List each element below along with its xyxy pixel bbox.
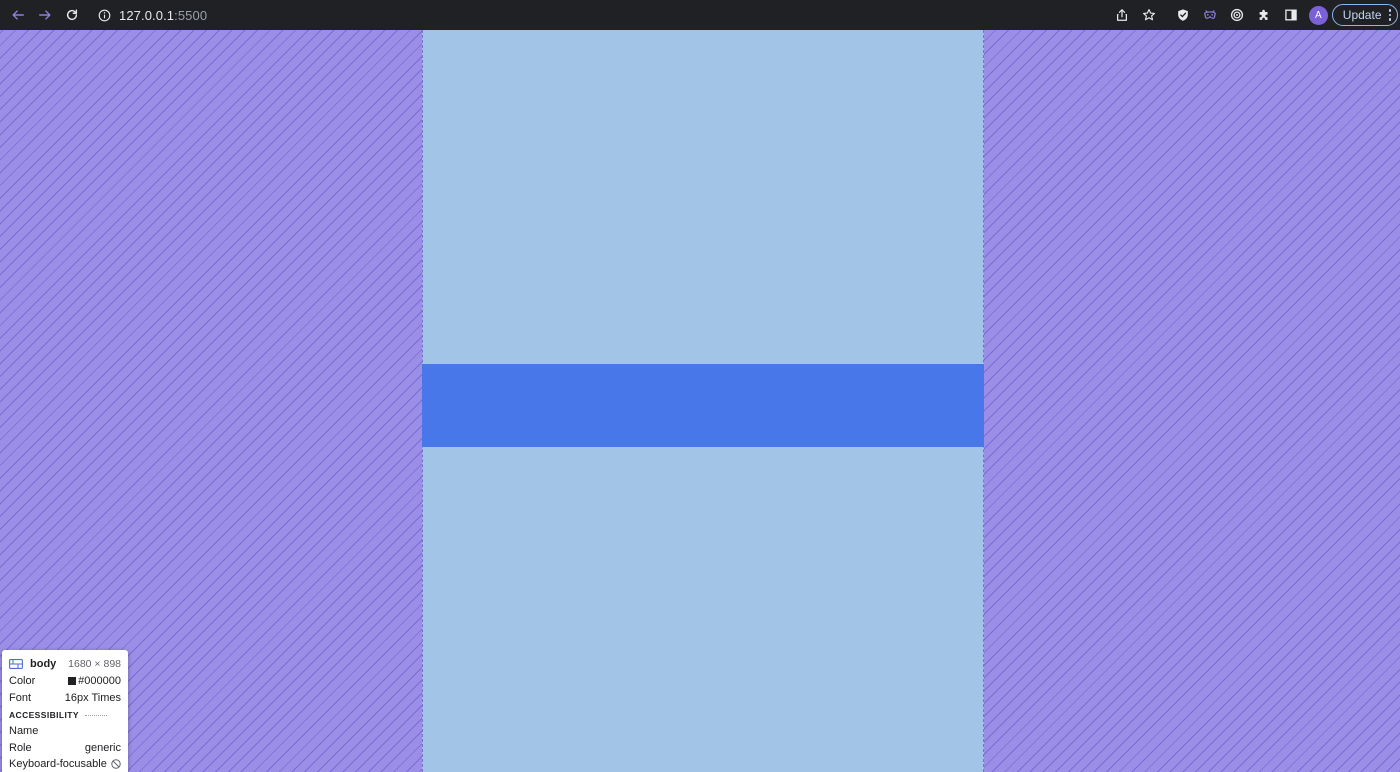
target-extension-button[interactable] <box>1224 2 1250 28</box>
mask-extension-button[interactable] <box>1197 2 1223 28</box>
address-bar[interactable]: 127.0.0.1:5500 <box>92 3 1092 27</box>
font-label: Font <box>9 691 32 704</box>
inspect-tooltip: body 1680 × 898 Color #000000 Font 16px … <box>2 650 128 772</box>
role-label: Role <box>9 741 32 754</box>
element-tag: body <box>30 658 57 670</box>
star-icon <box>1142 9 1155 21</box>
info-icon[interactable] <box>98 9 111 22</box>
accessibility-heading: ACCESSIBILITY <box>9 710 79 720</box>
target-icon <box>1231 8 1244 22</box>
side-panel-icon <box>1285 9 1298 21</box>
element-dimensions: 1680 × 898 <box>68 658 121 670</box>
reload-button[interactable] <box>59 2 85 28</box>
color-label: Color <box>9 675 36 688</box>
share-button[interactable] <box>1109 2 1135 28</box>
element-icon <box>9 659 23 669</box>
prohibited-icon <box>111 759 121 769</box>
update-label: Update <box>1342 8 1382 22</box>
bookmark-button[interactable] <box>1136 2 1162 28</box>
mask-icon <box>1204 10 1217 19</box>
name-label: Name <box>9 725 39 738</box>
kebab-icon <box>1388 9 1391 21</box>
share-icon <box>1116 9 1127 21</box>
profile-avatar[interactable]: A <box>1308 5 1328 25</box>
back-button[interactable] <box>5 2 31 28</box>
reload-icon <box>66 9 78 21</box>
shield-extension-button[interactable] <box>1170 2 1196 28</box>
font-value: 16px Times <box>64 691 121 704</box>
forward-button[interactable] <box>32 2 58 28</box>
shield-icon <box>1178 9 1189 21</box>
color-value: #000000 <box>78 675 121 688</box>
arrow-left-icon <box>12 10 24 20</box>
role-value: generic <box>84 741 121 754</box>
url-host: 127.0.0.1 <box>119 7 175 23</box>
section-divider <box>84 714 107 716</box>
color-swatch <box>68 676 77 685</box>
highlight-band <box>422 364 984 447</box>
arrow-right-icon <box>39 10 51 20</box>
focusable-label: Keyboard-focusable <box>9 758 107 771</box>
url-port: :5500 <box>174 7 208 23</box>
page-viewport <box>0 30 1400 772</box>
update-button[interactable]: Update <box>1331 4 1398 26</box>
extensions-button[interactable] <box>1251 2 1277 28</box>
url-text[interactable]: 127.0.0.1:5500 <box>119 8 207 23</box>
browser-toolbar: 127.0.0.1:5500 A Update <box>0 0 1400 30</box>
side-panel-button[interactable] <box>1278 2 1304 28</box>
puzzle-icon <box>1259 9 1268 20</box>
